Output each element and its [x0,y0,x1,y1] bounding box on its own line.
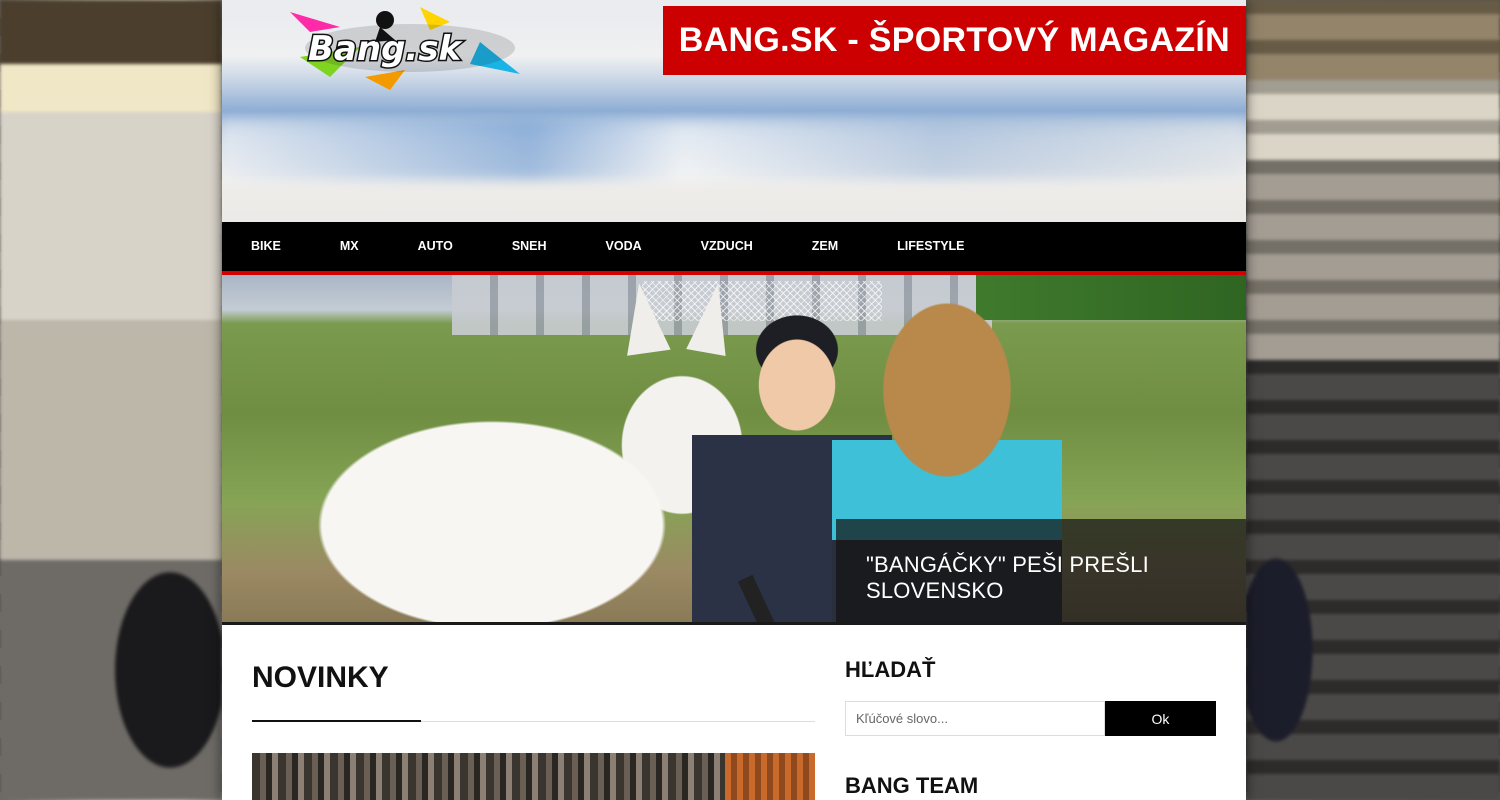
search-form: Ok [845,701,1217,737]
main-navigation: BIKE MX AUTO SNEH VODA VZDUCH ZEM LIFEST… [222,222,1246,275]
hero-slider[interactable]: "BANGÁČKY" PEŠI PREŠLI SLOVENSKO [222,275,1246,625]
site-logo[interactable]: Bang.sk [270,2,530,92]
nav-item-mx[interactable]: MX [322,222,377,271]
nav-item-sneh[interactable]: SNEH [494,222,565,271]
article-thumbnail[interactable] [252,753,815,800]
main-content: NOVINKY HĽADAŤ Ok BANG TEAM [222,625,1246,800]
search-button[interactable]: Ok [1105,701,1216,736]
header-background-image [222,120,1246,180]
section-title-novinky: NOVINKY [252,661,389,694]
nav-item-zem[interactable]: ZEM [794,222,856,271]
background-left [0,0,222,800]
hero-image-dog [312,335,752,622]
nav-item-auto[interactable]: AUTO [400,222,471,271]
section-divider [252,720,815,722]
hero-caption[interactable]: "BANGÁČKY" PEŠI PREŠLI SLOVENSKO [836,519,1246,622]
page-container: Bang.sk BANG.SK - ŠPORTOVÝ MAGAZÍN BIKE … [222,0,1246,800]
logo-graphic: Bang.sk [290,7,520,90]
nav-item-bike[interactable]: BIKE [233,222,299,271]
background-right [1246,0,1500,800]
search-heading: HĽADAŤ [845,657,936,682]
nav-item-vzduch[interactable]: VZDUCH [683,222,771,271]
site-header: Bang.sk BANG.SK - ŠPORTOVÝ MAGAZÍN [222,0,1246,222]
nav-item-voda[interactable]: VODA [588,222,660,271]
search-input[interactable] [845,701,1105,736]
hero-caption-text: "BANGÁČKY" PEŠI PREŠLI SLOVENSKO [866,552,1149,603]
bang-team-heading: BANG TEAM [845,773,979,798]
site-title[interactable]: BANG.SK - ŠPORTOVÝ MAGAZÍN [662,6,1246,75]
nav-item-lifestyle[interactable]: LIFESTYLE [879,222,982,271]
